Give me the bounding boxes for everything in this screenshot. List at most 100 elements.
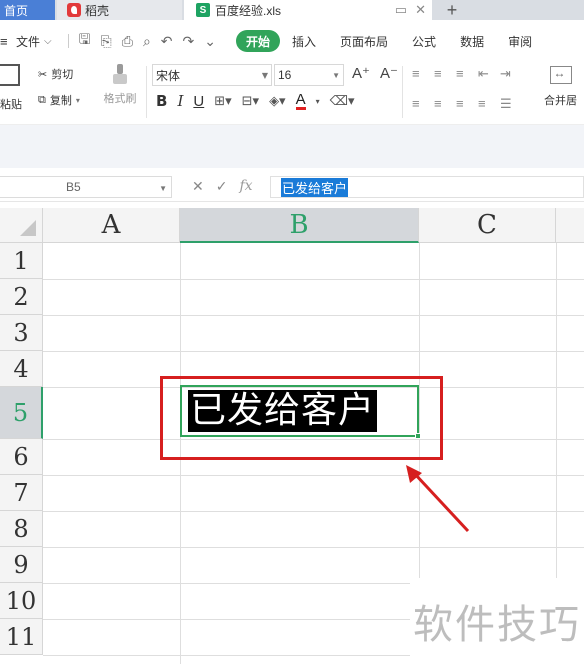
row-header-7[interactable]: 7 (0, 475, 43, 511)
format-painter-button[interactable]: 格式刷 (100, 64, 140, 106)
tab-insert[interactable]: 插入 (280, 30, 328, 52)
row-header-11[interactable]: 11 (0, 619, 43, 655)
font-format-row: B I U ⊞▾ ⊟▾ ◈▾ A ▾ ⌫▾ (156, 92, 355, 111)
indent-increase-icon[interactable]: ⇥ (500, 66, 522, 82)
alignment-group: ≡ ≡ ≡ ⇤ ⇥ ≡ ≡ ≡ ≡ ☰ (412, 66, 522, 112)
align-bottom-icon[interactable]: ≡ (456, 66, 478, 82)
font-color-icon[interactable]: A (295, 92, 306, 110)
italic-icon[interactable]: I (177, 92, 183, 110)
formula-input[interactable]: 已发给客户 (270, 176, 584, 198)
select-all-corner[interactable] (0, 208, 43, 243)
print-icon[interactable]: ⎙ (122, 33, 133, 50)
gridline (43, 547, 584, 548)
print-preview-icon[interactable]: ⌕ (143, 33, 151, 50)
tab-daoke[interactable]: 稻壳 (57, 0, 182, 20)
bold-icon[interactable]: B (156, 92, 167, 110)
decrease-font-size-icon[interactable]: A⁻ (380, 64, 398, 82)
font-name-select[interactable]: 宋体 ▼ (152, 64, 272, 86)
name-box[interactable]: B5 ▼ (0, 176, 172, 198)
row-header-6[interactable]: 6 (0, 439, 43, 475)
divider (146, 66, 147, 118)
insert-function-icon[interactable]: fx (239, 178, 252, 195)
chevron-down-icon: ▾ (75, 95, 80, 105)
annotation-highlight-box (160, 376, 443, 460)
new-tab-button[interactable]: + (440, 0, 464, 20)
close-icon[interactable]: ✕ (415, 2, 426, 18)
tab-home[interactable]: 首页 (0, 0, 55, 20)
align-middle-icon[interactable]: ≡ (434, 66, 456, 82)
column-header-a[interactable]: A (43, 208, 180, 243)
increase-font-size-icon[interactable]: A⁺ (352, 64, 370, 82)
indent-decrease-icon[interactable]: ⇤ (478, 66, 500, 82)
gridline (43, 315, 584, 316)
merge-center-button[interactable]: 合并居 (544, 66, 577, 108)
align-right-icon[interactable]: ≡ (456, 96, 478, 112)
divider (67, 34, 69, 48)
row-header-9[interactable]: 9 (0, 547, 43, 583)
row-header-8[interactable]: 8 (0, 511, 43, 547)
undo-icon[interactable]: ↶ (161, 33, 173, 50)
formula-bar: B5 ▼ ✕ ✓ fx 已发给客户 (0, 172, 584, 202)
chevron-down-icon: ▼ (159, 184, 167, 193)
paste-button[interactable]: 粘贴 (0, 62, 26, 118)
file-menu-label: 文件 (16, 34, 41, 49)
confirm-icon[interactable]: ✓ (216, 178, 228, 195)
gridline (43, 279, 584, 280)
font-size-select[interactable]: 16 ▼ (274, 64, 344, 86)
file-menu-button[interactable]: ≡ 文件 ⌵ (0, 33, 52, 50)
align-center-icon[interactable]: ≡ (434, 96, 456, 112)
export-icon[interactable]: ⎘ (101, 33, 112, 50)
watermark-text: 软件技巧 (413, 602, 581, 648)
save-icon[interactable]: 🖫 (79, 29, 91, 53)
copy-button[interactable]: ⧉ 复制 ▾ (38, 92, 80, 108)
gridline (43, 511, 584, 512)
divider (402, 66, 403, 118)
screen-icon[interactable]: ▭ (395, 2, 407, 18)
fill-color-icon[interactable]: ◈▾ (269, 93, 286, 109)
tab-review[interactable]: 审阅 (496, 30, 544, 52)
scissors-icon: ✂ (38, 68, 48, 81)
tab-formulas[interactable]: 公式 (400, 30, 448, 52)
gridline (43, 475, 584, 476)
redo-icon[interactable]: ↷ (183, 33, 195, 50)
cut-label: 剪切 (51, 69, 74, 81)
tab-start[interactable]: 开始 (236, 30, 281, 52)
border-icon[interactable]: ⊞▾ (214, 93, 231, 109)
row-header-2[interactable]: 2 (0, 279, 43, 315)
clear-format-icon[interactable]: ⌫▾ (330, 93, 355, 109)
row-header-1[interactable]: 1 (0, 243, 43, 279)
watermark: 软件技巧 (410, 578, 584, 664)
column-header-c[interactable]: C (419, 208, 556, 243)
row-header-10[interactable]: 10 (0, 583, 43, 619)
spreadsheet-grid[interactable]: A B C 1 2 3 4 5 6 7 8 9 10 11 已发给客户 软件技巧 (0, 208, 584, 664)
align-top-icon[interactable]: ≡ (412, 66, 434, 82)
row-header-3[interactable]: 3 (0, 315, 43, 351)
align-left-icon[interactable]: ≡ (412, 96, 434, 112)
formula-content: 已发给客户 (281, 177, 349, 197)
merge-label: 合并居 (544, 95, 577, 107)
tab-daoke-label: 稻壳 (85, 3, 110, 18)
row-header-5[interactable]: 5 (0, 387, 43, 439)
column-header-d[interactable] (556, 208, 584, 243)
tab-data[interactable]: 数据 (448, 30, 496, 52)
cancel-icon[interactable]: ✕ (192, 178, 204, 195)
tab-file[interactable]: S 百度经验.xls ▭ ✕ (184, 0, 432, 20)
daoke-logo-icon (67, 3, 81, 17)
justify-icon[interactable]: ≡ (478, 96, 500, 112)
cell-reference: B5 (66, 180, 81, 194)
fill-pattern-icon[interactable]: ⊟▾ (242, 93, 259, 109)
row-header-4[interactable]: 4 (0, 351, 43, 387)
chevron-down-icon: ▼ (261, 71, 268, 80)
copy-label: 复制 (49, 95, 72, 107)
plus-icon: + (446, 0, 458, 20)
distributed-icon[interactable]: ☰ (500, 96, 522, 112)
underline-icon[interactable]: U (193, 93, 204, 110)
chevron-down-icon: ⌵ (44, 35, 52, 47)
tab-page-layout[interactable]: 页面布局 (328, 30, 400, 52)
cut-button[interactable]: ✂ 剪切 (38, 66, 73, 82)
chevron-down-icon[interactable]: ▾ (316, 97, 320, 106)
customize-dropdown-icon[interactable]: ⌄ (204, 33, 216, 50)
column-header-b[interactable]: B (180, 208, 419, 243)
paste-label: 粘贴 (0, 99, 22, 111)
tab-home-label: 首页 (4, 3, 29, 18)
